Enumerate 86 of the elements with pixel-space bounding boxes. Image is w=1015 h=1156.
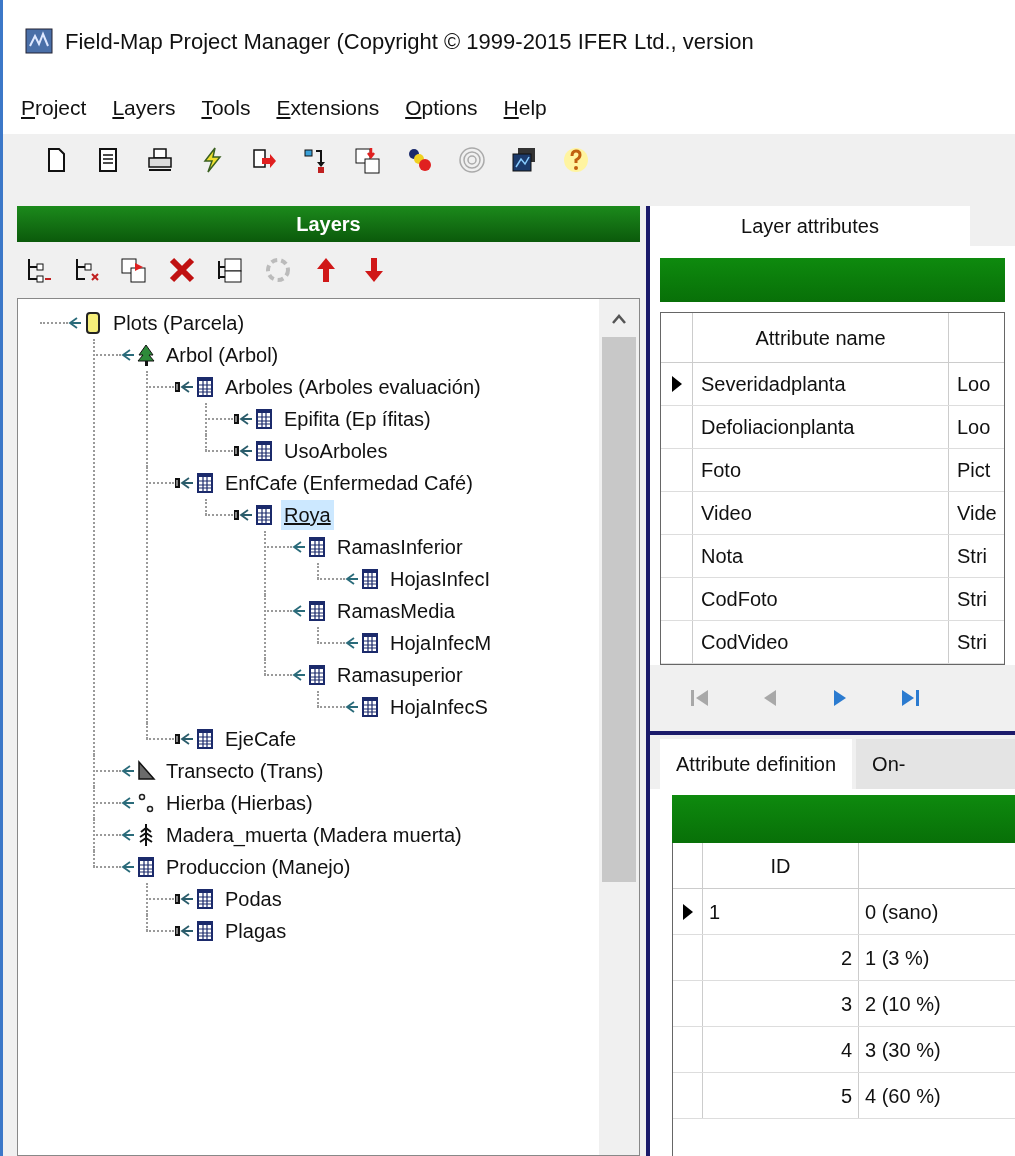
triangle-icon [135, 759, 157, 783]
table-icon [253, 439, 275, 463]
tree-item[interactable]: Epifita (Ep ífitas) [281, 404, 434, 434]
tree-item[interactable]: Hierba (Hierbas) [163, 788, 316, 818]
app-icon [25, 28, 53, 54]
table-icon [194, 727, 216, 751]
panel-title: Layers [296, 212, 361, 237]
tab[interactable]: Attribute definition [660, 739, 853, 789]
table-icon [306, 535, 328, 559]
table-cell-text: Vide [956, 501, 998, 526]
table-tree-icon[interactable] [215, 255, 245, 285]
menu-item[interactable]: Options [405, 92, 478, 124]
table-cell-text: Stri [956, 630, 988, 655]
tab[interactable]: Layer attributes [650, 206, 970, 246]
table-icon [359, 567, 381, 591]
table-cell-text: 1 (3 %) [864, 945, 931, 971]
table-icon [194, 919, 216, 943]
table-icon [194, 887, 216, 911]
table-icon [194, 375, 216, 399]
table-cell: Severidadplanta [693, 363, 949, 405]
tree-item[interactable]: UsoArboles [281, 436, 391, 466]
menu-item[interactable]: Tools [201, 92, 251, 124]
tree-item[interactable]: EjeCafe [222, 724, 300, 754]
table-cell: Nota [693, 535, 949, 577]
table-cell-text: Loo [956, 415, 992, 440]
tree-item[interactable]: RamasMedia [334, 596, 458, 626]
menu-item[interactable]: Help [503, 92, 547, 124]
table-icon [359, 631, 381, 655]
table-cell: Video [693, 492, 949, 534]
tree-item[interactable]: Produccion (Manejo) [163, 852, 354, 882]
tree-item[interactable]: Ramasuperior [334, 660, 466, 690]
delete-icon[interactable] [167, 255, 197, 285]
tree-item[interactable]: Plagas [222, 916, 290, 946]
dotted-circle-icon[interactable] [263, 255, 293, 285]
scroll-thumb[interactable] [602, 337, 636, 882]
tree-item[interactable]: Podas [222, 884, 285, 914]
table-import-icon[interactable] [353, 145, 383, 175]
table-cell: 5 [703, 1073, 859, 1118]
scrollbar[interactable] [599, 299, 639, 1155]
table-cell-text: 3 (30 %) [864, 1037, 942, 1063]
row-pointer-icon [670, 375, 683, 393]
menu-item[interactable]: Extensions [276, 92, 380, 124]
table-icon [194, 471, 216, 495]
table-cell: 4 [703, 1027, 859, 1072]
tree-item[interactable]: Madera_muerta (Madera muerta) [163, 820, 465, 850]
window-title: Field-Map Project Manager (Copyright © 1999-2015 IFER Ltd., version [65, 27, 754, 56]
tree-item[interactable]: Transecto (Trans) [163, 756, 327, 786]
copy-table-icon[interactable] [119, 255, 149, 285]
table-cell-text: 2 (10 %) [864, 991, 942, 1017]
tree-item[interactable]: Plots (Parcela) [110, 308, 248, 338]
menu-item[interactable]: Project [21, 92, 87, 124]
scroll-up-icon[interactable] [611, 313, 627, 325]
table-cell-text: Pict [956, 458, 992, 483]
table-cell: 1 [703, 889, 859, 934]
menu-item[interactable]: Layers [112, 92, 176, 124]
tree-item[interactable]: Roya [281, 500, 334, 530]
tree-item[interactable]: HojaInfecS [387, 692, 491, 722]
tree-item[interactable]: HojasInfecI [387, 564, 494, 594]
tree-icon [135, 343, 157, 367]
table-cell: CodVideo [693, 621, 949, 663]
tab[interactable]: On- [856, 739, 1015, 789]
table-cell: 3 [703, 981, 859, 1026]
table-cell: CodFoto [693, 578, 949, 620]
table-cell: Defoliacionplanta [693, 406, 949, 448]
column-header[interactable]: ID [703, 843, 859, 888]
table-icon [253, 407, 275, 431]
tree-item[interactable]: Arbol (Arbol) [163, 340, 282, 370]
tree-item[interactable]: EnfCafe (Enfermedad Café) [222, 468, 476, 498]
table-cell-text: Stri [956, 587, 988, 612]
table-cell-text: Loo [956, 372, 992, 397]
table-icon [359, 695, 381, 719]
column-header[interactable]: Attribute name [693, 313, 949, 362]
tree-item[interactable]: RamasInferior [334, 532, 466, 562]
table-icon [253, 503, 275, 527]
table-cell-text: Stri [956, 544, 988, 569]
help-icon[interactable] [561, 145, 591, 175]
table-cell-text: 0 (sano) [864, 899, 940, 925]
tree-item[interactable]: Arboles (Arboles evaluación) [222, 372, 484, 402]
row-pointer-icon [681, 902, 694, 921]
table-icon [306, 599, 328, 623]
table-icon [306, 663, 328, 687]
table-cell-text: 4 (60 %) [864, 1083, 942, 1109]
tree-item[interactable]: HojaInfecM [387, 628, 495, 658]
table-cell: Foto [693, 449, 949, 491]
table-icon [135, 855, 157, 879]
table-cell: 2 [703, 935, 859, 980]
